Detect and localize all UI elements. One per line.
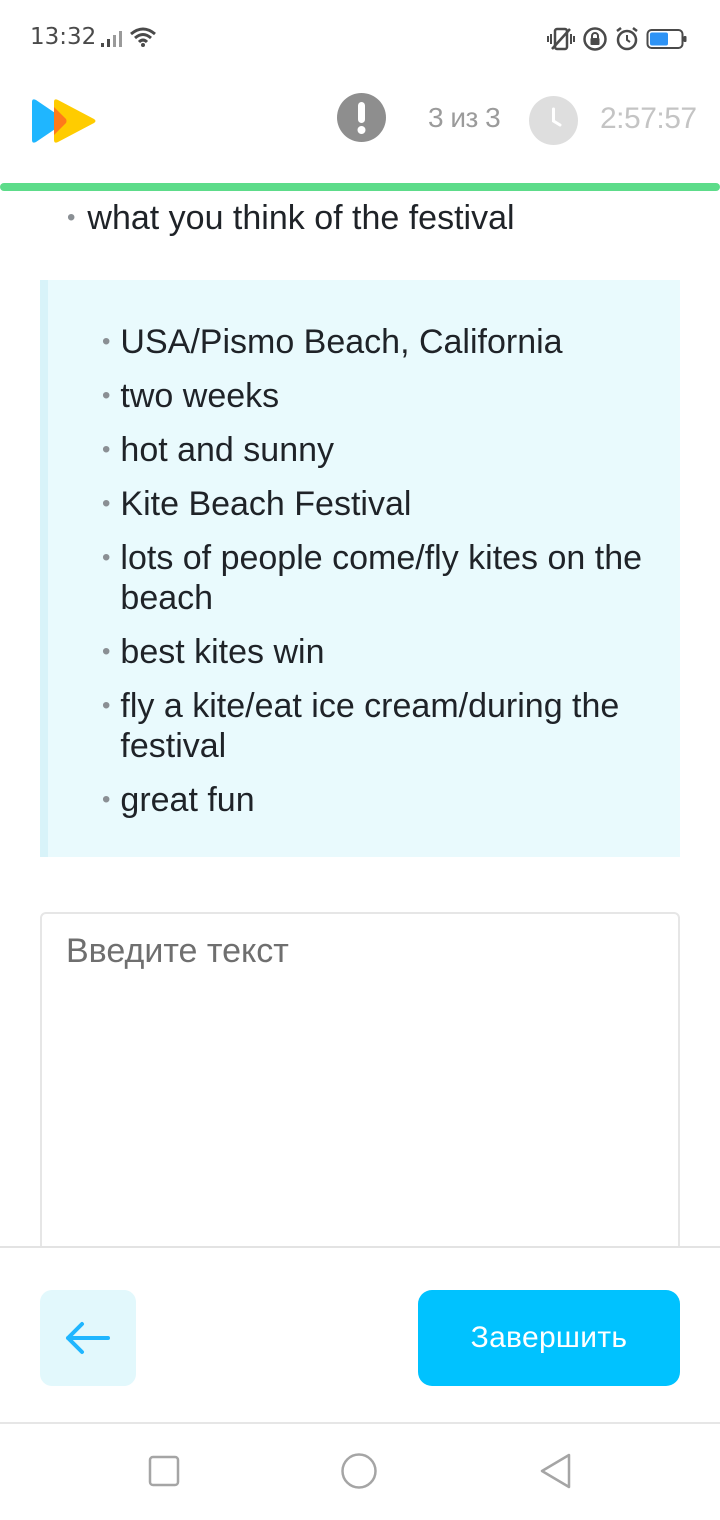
bullet-dot: • xyxy=(102,328,111,355)
bullet-dot: • xyxy=(102,638,111,665)
hint-text: great fun xyxy=(120,781,255,819)
bullet-dot: • xyxy=(102,786,111,813)
hint-item: • two weeks xyxy=(102,376,662,416)
battery-icon xyxy=(646,29,687,49)
hint-text: Kite Beach Festival xyxy=(120,485,412,523)
hints-list: • USA/Pismo Beach, California • two weeks • h… xyxy=(102,322,662,834)
system-nav-bar xyxy=(0,1424,720,1520)
hint-text: USA/Pismo Beach, California xyxy=(120,323,563,361)
status-bar: 13:32 xyxy=(0,0,720,76)
finish-button[interactable]: Завершить xyxy=(418,1290,680,1386)
progress-bar xyxy=(0,183,720,191)
lock-rotation-icon xyxy=(583,27,607,51)
alarm-icon xyxy=(616,27,638,51)
task-bullet-text: what you think of the festival xyxy=(87,199,515,237)
hint-item: • hot and sunny xyxy=(102,430,662,470)
play-logo[interactable] xyxy=(30,98,98,144)
hint-text: best kites win xyxy=(120,633,325,671)
hint-item: • fly a kite/eat ice cream/during the fes… xyxy=(102,686,662,766)
home-icon[interactable] xyxy=(340,1452,378,1490)
hints-box: • USA/Pismo Beach, California • two weeks • h… xyxy=(40,280,680,857)
hint-text: hot and sunny xyxy=(120,431,335,469)
answer-field[interactable] xyxy=(40,912,680,1272)
hint-text: two weeks xyxy=(120,377,280,415)
hint-text: lots of people come/fly kites on the bea… xyxy=(120,539,643,617)
hint-item: • best kites win xyxy=(102,632,662,672)
recent-apps-icon[interactable] xyxy=(148,1454,180,1488)
footer-bar: Завершить xyxy=(0,1246,720,1424)
back-button[interactable] xyxy=(40,1290,136,1386)
arrow-left-icon xyxy=(66,1322,110,1354)
bullet-dot: • xyxy=(102,544,111,571)
countdown-timer: 2:57:57 xyxy=(600,102,697,135)
top-bar: 3 из 3 2:57:57 xyxy=(0,76,720,186)
back-icon[interactable] xyxy=(538,1452,572,1490)
bullet-dot: • xyxy=(102,382,111,409)
hint-item: • great fun xyxy=(102,780,662,820)
hint-item: • lots of people come/fly kites on the be… xyxy=(102,538,662,618)
bullet-dot: • xyxy=(67,204,76,231)
wifi-icon xyxy=(130,27,156,47)
task-bullet: • what you think of the festival xyxy=(67,199,515,238)
bullet-dot: • xyxy=(102,692,111,719)
hint-text: fly a kite/eat ice cream/during the fest… xyxy=(120,687,620,765)
exclamation-icon[interactable] xyxy=(337,93,386,142)
signal-icon xyxy=(101,31,122,47)
status-time: 13:32 xyxy=(30,24,97,50)
answer-textarea[interactable] xyxy=(42,914,678,1270)
hint-item: • USA/Pismo Beach, California xyxy=(102,322,662,362)
hint-item: • Kite Beach Festival xyxy=(102,484,662,524)
bullet-dot: • xyxy=(102,490,111,517)
vibrate-icon xyxy=(547,27,575,51)
question-counter: 3 из 3 xyxy=(428,102,501,133)
clock-icon xyxy=(529,96,578,145)
bullet-dot: • xyxy=(102,436,111,463)
